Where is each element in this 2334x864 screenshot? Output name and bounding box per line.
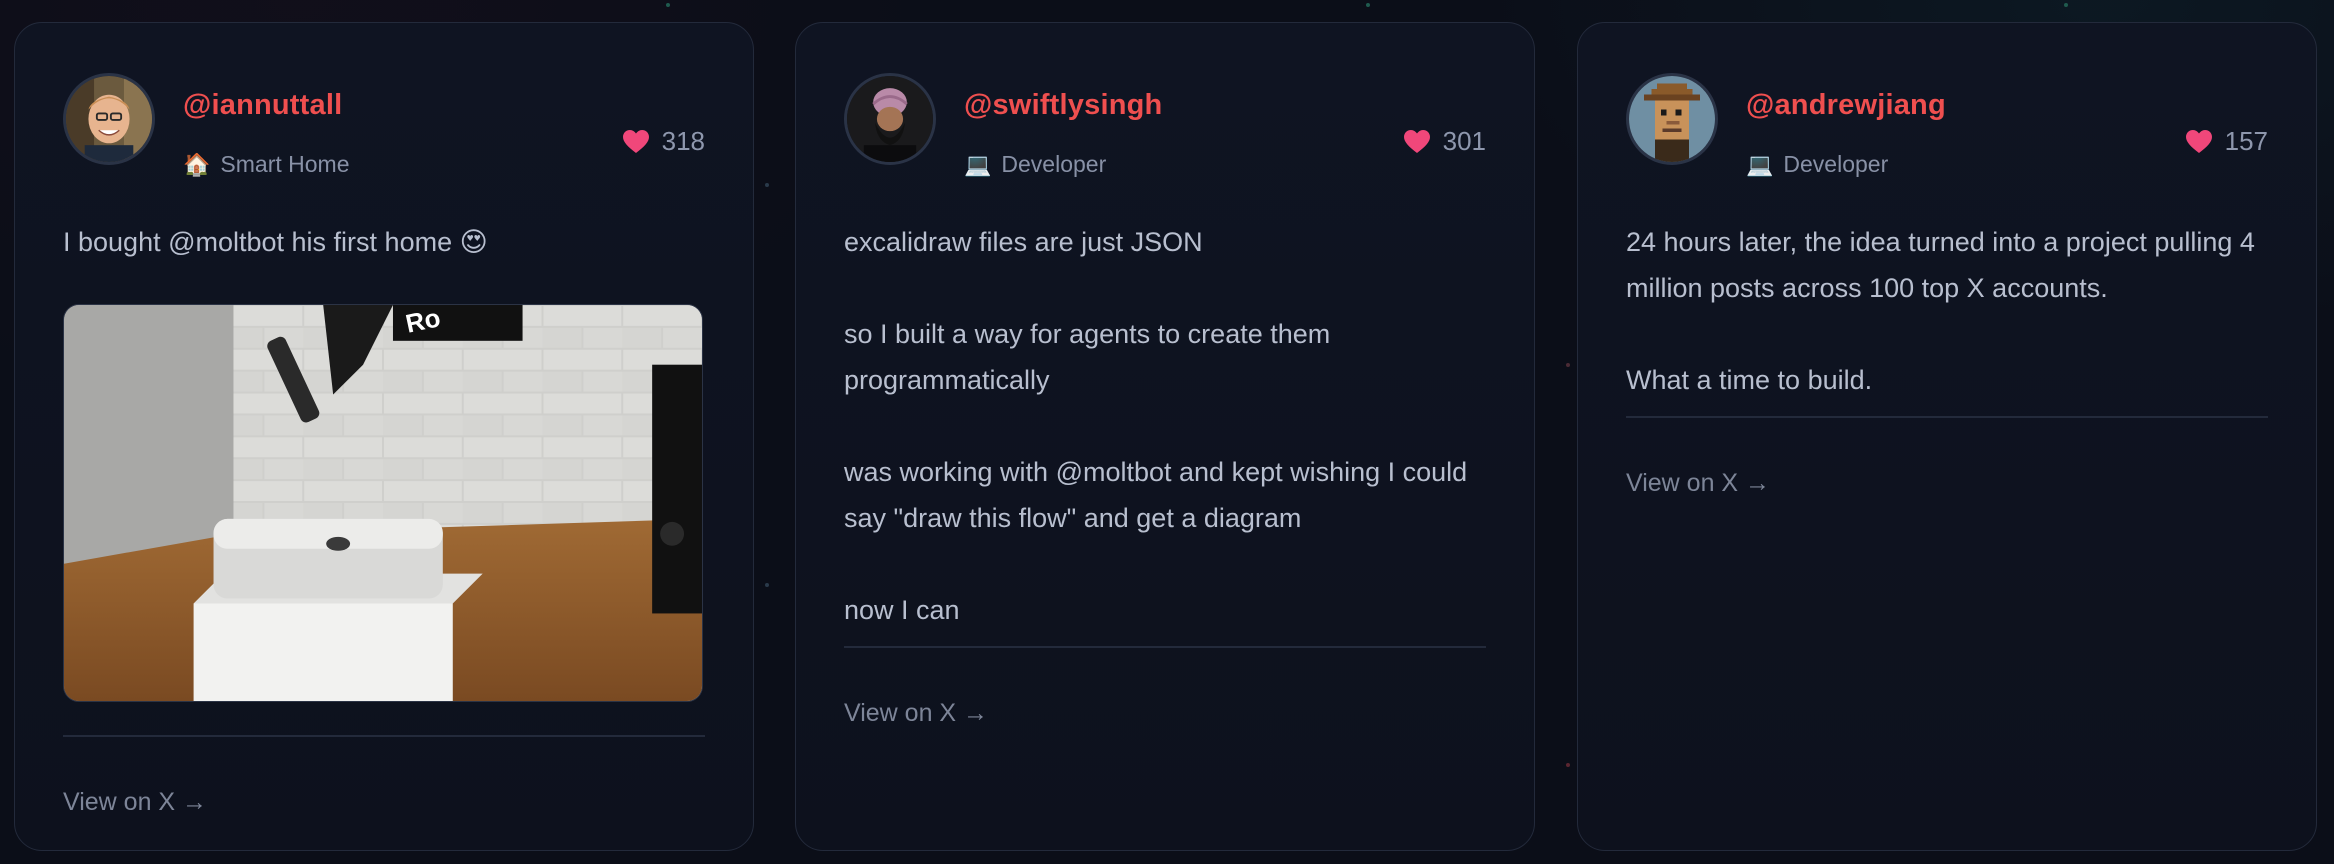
decor-dot — [765, 583, 769, 587]
avatar — [844, 73, 936, 165]
role-label: Smart Home — [220, 151, 350, 177]
like-count: 301 — [1403, 126, 1486, 157]
avatar — [1626, 73, 1718, 165]
like-count: 157 — [2185, 126, 2268, 157]
likes-value: 301 — [1442, 126, 1486, 156]
author-handle[interactable]: @iannuttall — [183, 89, 342, 122]
author-handle[interactable]: @swiftlysingh — [964, 89, 1162, 122]
post-paragraph: excalidraw files are just JSON — [844, 227, 1203, 257]
decor-dot — [765, 183, 769, 187]
post-paragraph: was working with @moltbot and kept wishi… — [844, 457, 1468, 533]
laptop-icon: 💻 — [964, 151, 992, 177]
avatar — [63, 73, 155, 165]
divider — [1626, 416, 2268, 418]
likes-value: 318 — [661, 126, 705, 156]
heart-icon — [2185, 129, 2212, 153]
decor-dot — [1366, 3, 1370, 7]
role-label: Developer — [1783, 151, 1889, 177]
heart-icon — [622, 129, 649, 153]
heart-icon — [1403, 129, 1430, 153]
decor-dot — [2064, 3, 2068, 7]
post-text: excalidraw files are just JSON so I buil… — [844, 219, 1486, 633]
divider — [844, 646, 1486, 648]
post-paragraph: 24 hours later, the idea turned into a p… — [1626, 227, 2255, 303]
testimonial-card: @iannuttall 🏠 Smart Home 318 I bought @m… — [14, 22, 754, 851]
avatar-photo — [66, 76, 152, 162]
post-paragraph: What a time to build. — [1626, 365, 1873, 395]
decor-dot — [666, 3, 670, 7]
like-count: 318 — [622, 126, 705, 157]
likes-value: 157 — [2224, 126, 2268, 156]
view-on-x-link[interactable]: View on X → — [63, 788, 207, 817]
author-handle[interactable]: @andrewjiang — [1746, 89, 1946, 122]
post-paragraph: I bought @moltbot his first home 😍 — [63, 227, 488, 257]
avatar-pixel-art — [1629, 76, 1715, 162]
view-on-x-link[interactable]: View on X → — [1626, 469, 1770, 498]
decor-dot — [1566, 363, 1570, 367]
role-label: Developer — [1001, 151, 1107, 177]
post-paragraph: so I built a way for agents to create th… — [844, 319, 1331, 395]
testimonial-card: @andrewjiang 💻 Developer 157 24 hours la… — [1577, 22, 2317, 851]
mac-mini-photo: Ro — [64, 305, 702, 701]
post-text: I bought @moltbot his first home 😍 — [63, 219, 705, 265]
divider — [63, 735, 705, 737]
post-paragraph: now I can — [844, 595, 960, 625]
house-icon: 🏠 — [183, 151, 211, 177]
avatar-photo — [847, 76, 933, 162]
testimonial-card: @swiftlysingh 💻 Developer 301 excalidraw… — [795, 22, 1535, 851]
post-text: 24 hours later, the idea turned into a p… — [1626, 219, 2268, 403]
author-role: 🏠 Smart Home — [183, 151, 350, 178]
post-image[interactable]: Ro — [63, 304, 703, 702]
testimonials-page: @iannuttall 🏠 Smart Home 318 I bought @m… — [0, 0, 2334, 864]
laptop-icon: 💻 — [1746, 151, 1774, 177]
author-role: 💻 Developer — [1746, 151, 1888, 178]
view-on-x-link[interactable]: View on X → — [844, 699, 988, 728]
author-role: 💻 Developer — [964, 151, 1106, 178]
decor-dot — [1566, 763, 1570, 767]
